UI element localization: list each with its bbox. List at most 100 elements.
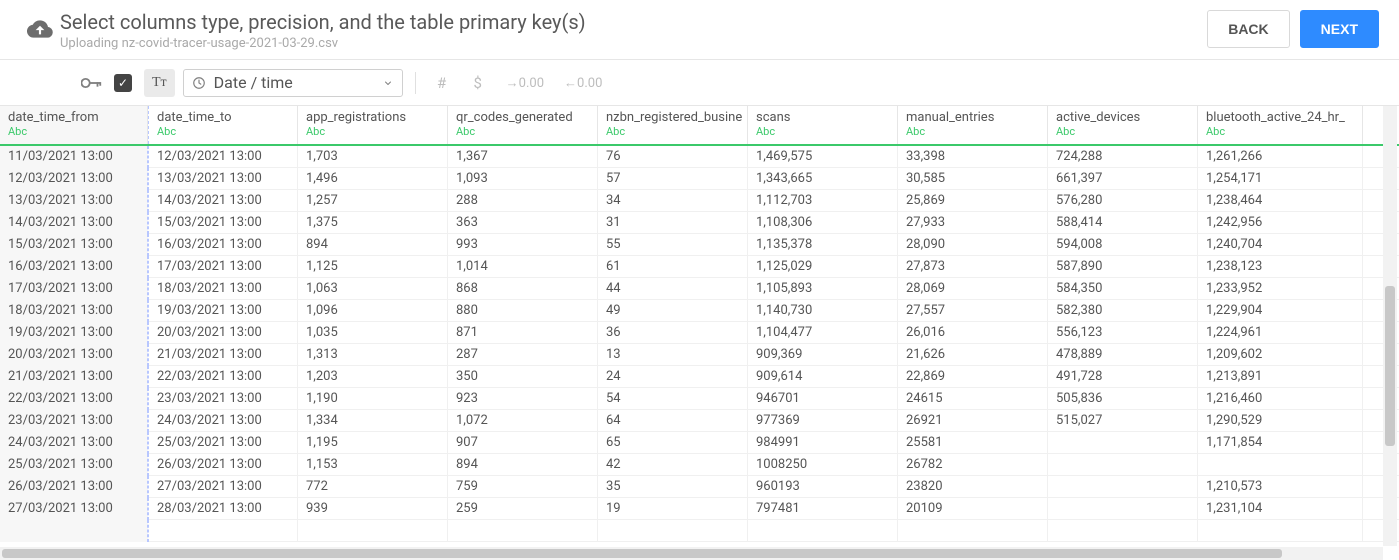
type-string-button[interactable]: Tᴛ [144,69,175,97]
cell[interactable]: 12/03/2021 13:00 [0,168,148,190]
cell[interactable]: 20109 [898,498,1048,520]
table-row[interactable]: 13/03/2021 13:0014/03/2021 13:001,257288… [0,190,1399,212]
cell[interactable]: 17/03/2021 13:00 [148,256,298,278]
cell[interactable]: 946701 [748,388,898,410]
cell[interactable]: 22,869 [898,366,1048,388]
column-header[interactable]: app_registrationsAbc [298,106,448,144]
cell[interactable]: 27,933 [898,212,1048,234]
cell[interactable]: 576,280 [1048,190,1198,212]
cell[interactable]: 1,209,602 [1198,344,1363,366]
cell[interactable]: 582,380 [1048,300,1198,322]
cell[interactable]: 287 [448,344,598,366]
cell[interactable]: 11/03/2021 13:00 [0,146,148,168]
table-row[interactable]: 17/03/2021 13:0018/03/2021 13:001,063868… [0,278,1399,300]
cell[interactable]: 26782 [898,454,1048,476]
cell[interactable]: 1,257 [298,190,448,212]
cell[interactable]: 34 [598,190,748,212]
cell[interactable]: 30,585 [898,168,1048,190]
cell[interactable]: 1,096 [298,300,448,322]
cell[interactable]: 1,063 [298,278,448,300]
cell[interactable]: 478,889 [1048,344,1198,366]
cell[interactable]: 1,112,703 [748,190,898,212]
primary-key-icon[interactable] [78,69,106,97]
cell[interactable]: 1,195 [298,432,448,454]
cell[interactable]: 759 [448,476,598,498]
cell[interactable]: 661,397 [1048,168,1198,190]
cell[interactable]: 1,108,306 [748,212,898,234]
cell[interactable]: 26,016 [898,322,1048,344]
cell[interactable]: 27,557 [898,300,1048,322]
cell[interactable]: 1,213,891 [1198,366,1363,388]
cell[interactable]: 26921 [898,410,1048,432]
cell[interactable]: 1,334 [298,410,448,432]
cell[interactable]: 880 [448,300,598,322]
cell[interactable]: 23/03/2021 13:00 [148,388,298,410]
table-row[interactable]: 23/03/2021 13:0024/03/2021 13:001,3341,0… [0,410,1399,432]
column-header[interactable]: manual_entriesAbc [898,106,1048,144]
table-row[interactable]: 25/03/2021 13:0026/03/2021 13:001,153894… [0,454,1399,476]
horizontal-scroll-thumb[interactable] [2,549,1282,558]
cell[interactable]: 25/03/2021 13:00 [0,454,148,476]
cell[interactable]: 64 [598,410,748,432]
cell[interactable]: 21/03/2021 13:00 [0,366,148,388]
horizontal-scrollbar[interactable] [0,547,1383,560]
cell[interactable] [298,520,448,542]
cell[interactable]: 20/03/2021 13:00 [0,344,148,366]
cell[interactable]: 1,261,266 [1198,146,1363,168]
cell[interactable]: 515,027 [1048,410,1198,432]
cell[interactable]: 909,614 [748,366,898,388]
cell[interactable]: 1,105,893 [748,278,898,300]
cell[interactable]: 23820 [898,476,1048,498]
cell[interactable]: 984991 [748,432,898,454]
cell[interactable]: 28,069 [898,278,1048,300]
select-all-checkbox[interactable]: ✓ [114,74,132,92]
cell[interactable]: 42 [598,454,748,476]
next-button[interactable]: NEXT [1300,10,1379,48]
cell[interactable]: 1008250 [748,454,898,476]
cell[interactable]: 16/03/2021 13:00 [148,234,298,256]
cell[interactable]: 909,369 [748,344,898,366]
table-row[interactable]: 22/03/2021 13:0023/03/2021 13:001,190923… [0,388,1399,410]
cell[interactable] [598,520,748,542]
cell[interactable]: 61 [598,256,748,278]
cell[interactable]: 19 [598,498,748,520]
cell[interactable]: 491,728 [1048,366,1198,388]
cell[interactable]: 1,153 [298,454,448,476]
cell[interactable]: 1,496 [298,168,448,190]
cell[interactable]: 65 [598,432,748,454]
column-header[interactable]: qr_codes_generatedAbc [448,106,598,144]
cell[interactable]: 1,014 [448,256,598,278]
cell[interactable]: 1,210,573 [1198,476,1363,498]
table-row[interactable]: 27/03/2021 13:0028/03/2021 13:0093925919… [0,498,1399,520]
cell[interactable]: 1,229,904 [1198,300,1363,322]
cell[interactable]: 14/03/2021 13:00 [148,190,298,212]
cell[interactable]: 1,104,477 [748,322,898,344]
cell[interactable]: 18/03/2021 13:00 [148,278,298,300]
cell[interactable]: 12/03/2021 13:00 [148,146,298,168]
cell[interactable]: 1,190 [298,388,448,410]
cell[interactable]: 24/03/2021 13:00 [0,432,148,454]
cell[interactable]: 1,375 [298,212,448,234]
cell[interactable] [898,520,1048,542]
cell[interactable]: 1,242,956 [1198,212,1363,234]
cell[interactable]: 15/03/2021 13:00 [0,234,148,256]
cell[interactable]: 36 [598,322,748,344]
cell[interactable]: 259 [448,498,598,520]
column-header[interactable]: scansAbc [748,106,898,144]
cell[interactable]: 20/03/2021 13:00 [148,322,298,344]
increase-precision-button[interactable]: →0.00 [500,69,550,97]
cell[interactable]: 350 [448,366,598,388]
cell[interactable]: 1,171,854 [1198,432,1363,454]
cell[interactable]: 505,836 [1048,388,1198,410]
cell[interactable]: 24 [598,366,748,388]
cell[interactable]: 1,254,171 [1198,168,1363,190]
cell[interactable]: 1,203 [298,366,448,388]
cell[interactable] [148,520,298,542]
cell[interactable]: 977369 [748,410,898,432]
cell[interactable] [1198,454,1363,476]
cell[interactable]: 1,469,575 [748,146,898,168]
table-row[interactable]: 18/03/2021 13:0019/03/2021 13:001,096880… [0,300,1399,322]
back-button[interactable]: BACK [1207,10,1289,48]
cell[interactable]: 14/03/2021 13:00 [0,212,148,234]
cell[interactable]: 27,873 [898,256,1048,278]
